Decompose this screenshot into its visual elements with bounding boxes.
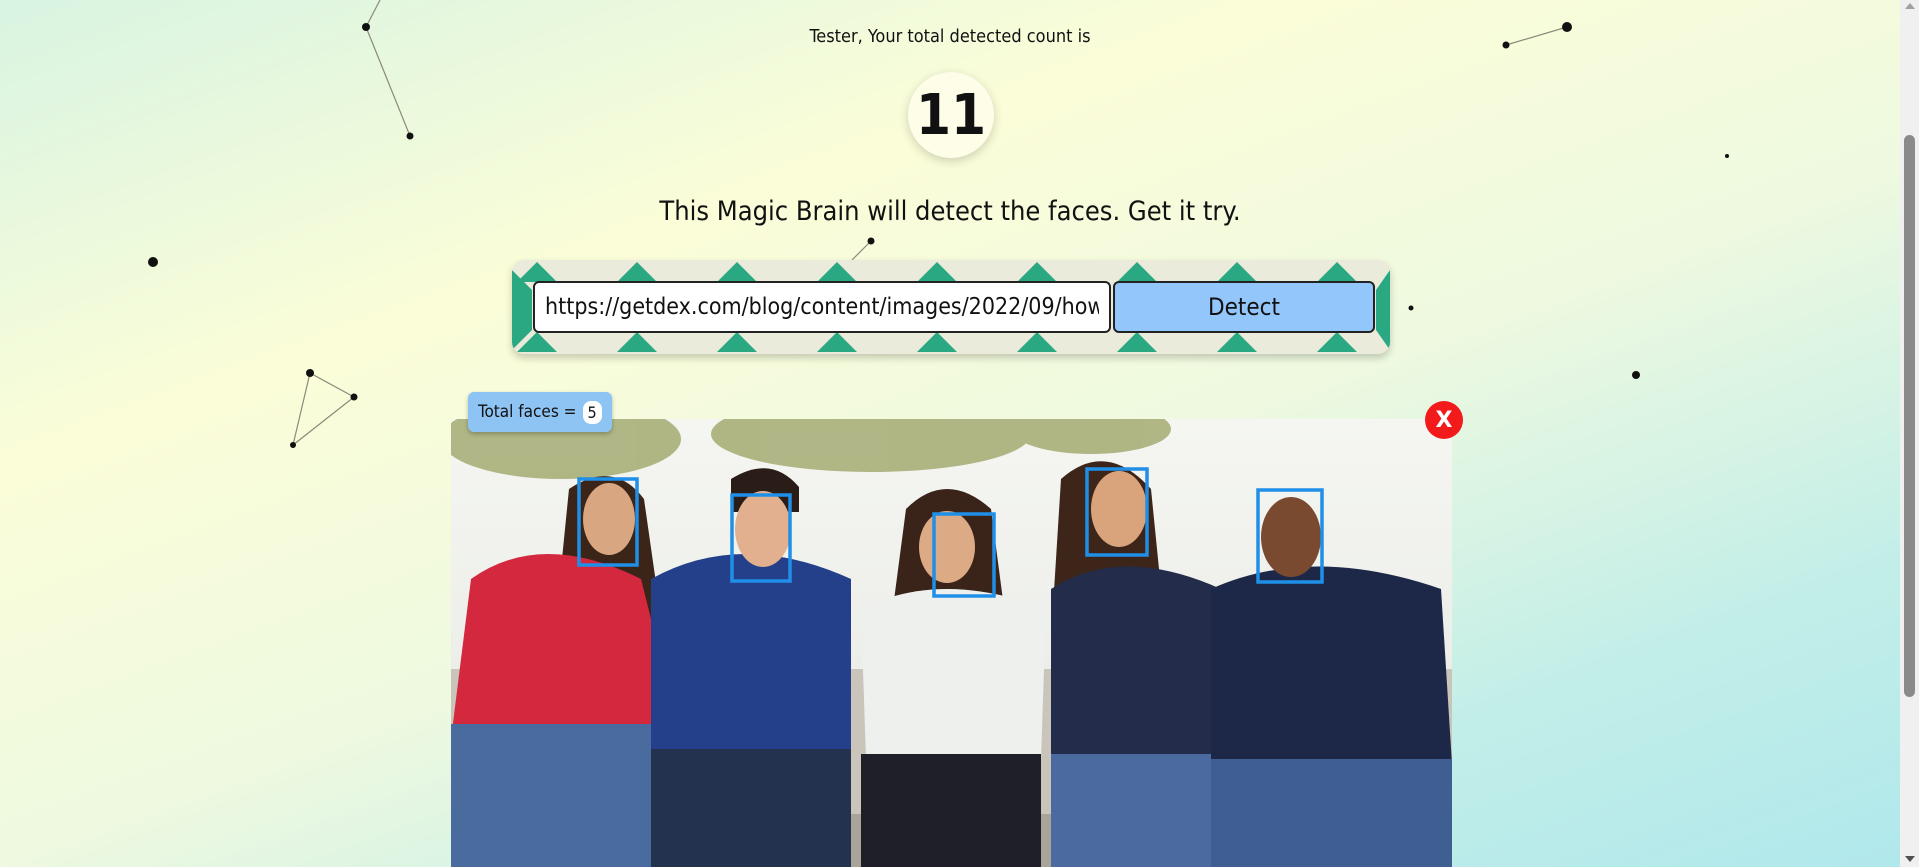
tagline-text: This Magic Brain will detect the faces. … — [659, 196, 1241, 227]
zigzag-chevron — [717, 262, 757, 282]
zigzag-chevron — [917, 332, 957, 352]
app-main: Tester, Your total detected count is 11 … — [0, 0, 1900, 867]
faces-label: Total faces = — [478, 402, 577, 422]
zigzag-chevron — [1317, 262, 1357, 282]
zigzag-chevron — [1017, 262, 1057, 282]
image-url-input[interactable] — [533, 281, 1111, 333]
face-detection-image — [451, 419, 1452, 867]
zigzag-chevron — [1117, 332, 1157, 352]
scrollbar-thumb[interactable] — [1904, 135, 1915, 697]
zigzag-chevron — [1017, 332, 1057, 352]
zigzag-chevron — [617, 262, 657, 282]
zigzag-chevron — [1317, 332, 1357, 352]
zigzag-chevron — [517, 262, 557, 282]
zigzag-chevron — [717, 332, 757, 352]
zigzag-chevron — [1217, 262, 1257, 282]
scroll-up-icon[interactable] — [1905, 3, 1915, 9]
group-photo — [451, 419, 1452, 867]
zigzag-chevron — [1217, 332, 1257, 352]
vertical-scrollbar[interactable] — [1900, 0, 1919, 867]
zigzag-chevron — [817, 262, 857, 282]
scroll-down-icon[interactable] — [1905, 856, 1915, 862]
zigzag-chevron — [817, 332, 857, 352]
close-image-button[interactable]: X — [1425, 401, 1463, 439]
zigzag-chevron — [1117, 262, 1157, 282]
zigzag-edge — [1376, 270, 1390, 350]
detect-button[interactable]: Detect — [1113, 281, 1375, 333]
zigzag-chevron — [917, 262, 957, 282]
total-count-badge: 11 — [908, 72, 994, 158]
faces-count: 5 — [582, 400, 602, 424]
zigzag-chevron — [617, 332, 657, 352]
total-faces-badge: Total faces = 5 — [468, 392, 612, 432]
greeting-text: Tester, Your total detected count is — [809, 26, 1091, 47]
